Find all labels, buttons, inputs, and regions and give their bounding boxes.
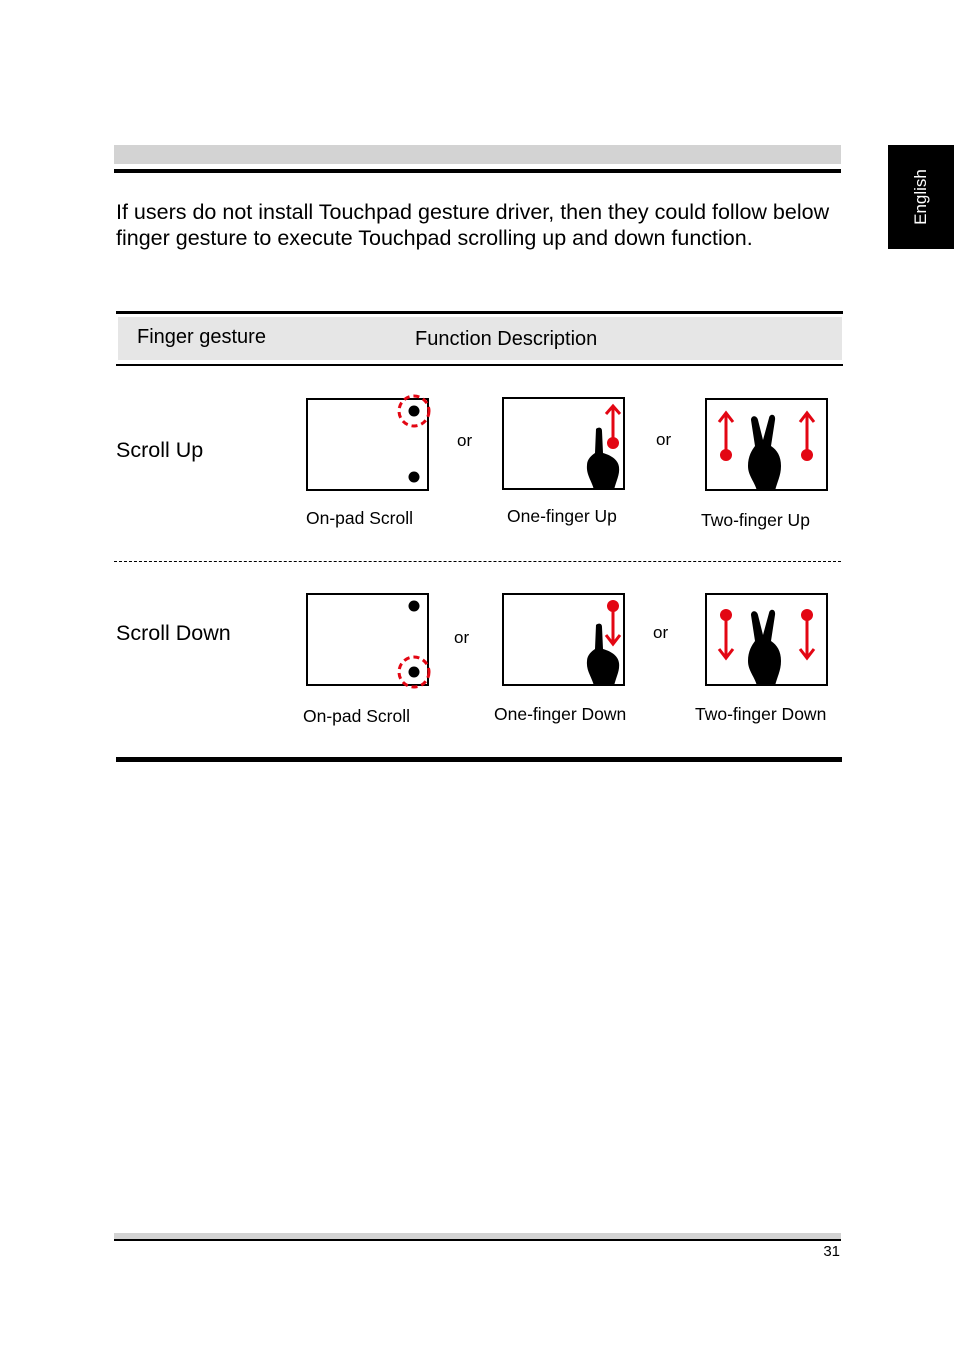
row-separator — [114, 561, 841, 562]
section-title-rule — [114, 169, 841, 173]
caption-one-finger-down: One-finger Down — [494, 704, 627, 724]
or-separator: or — [653, 623, 669, 642]
header-function-description: Function Description — [415, 328, 598, 350]
section-title-bar — [114, 145, 841, 164]
caption-two-finger-down: Two-finger Down — [695, 704, 827, 724]
or-separator: or — [457, 431, 473, 450]
table-bottom-rule — [116, 757, 842, 762]
intro-paragraph: If users do not install Touchpad gesture… — [116, 200, 830, 250]
row-label-scroll-down: Scroll Down — [116, 621, 231, 645]
table-top-rule — [116, 311, 843, 314]
header-finger-gesture: Finger gesture — [137, 326, 266, 348]
or-separator: or — [656, 430, 672, 449]
caption-one-finger-up: One-finger Up — [507, 506, 617, 526]
on-pad-scroll-down-icon — [306, 593, 431, 689]
language-tab-label: English — [911, 169, 930, 225]
one-finger-down-icon — [502, 593, 625, 686]
row-label-scroll-up: Scroll Up — [116, 438, 204, 462]
one-finger-up-icon — [502, 397, 625, 490]
language-tab: English — [888, 145, 954, 249]
two-finger-up-icon — [705, 398, 828, 491]
table-header-rule — [116, 364, 843, 366]
page-number: 31 — [823, 1243, 840, 1260]
on-pad-scroll-up-icon — [306, 394, 431, 491]
caption-on-pad-scroll-down: On-pad Scroll — [303, 706, 410, 726]
caption-on-pad-scroll-up: On-pad Scroll — [306, 508, 413, 528]
two-finger-down-icon — [705, 593, 828, 686]
or-separator: or — [454, 628, 470, 647]
caption-two-finger-up: Two-finger Up — [701, 510, 810, 530]
footer-rule — [114, 1239, 841, 1241]
